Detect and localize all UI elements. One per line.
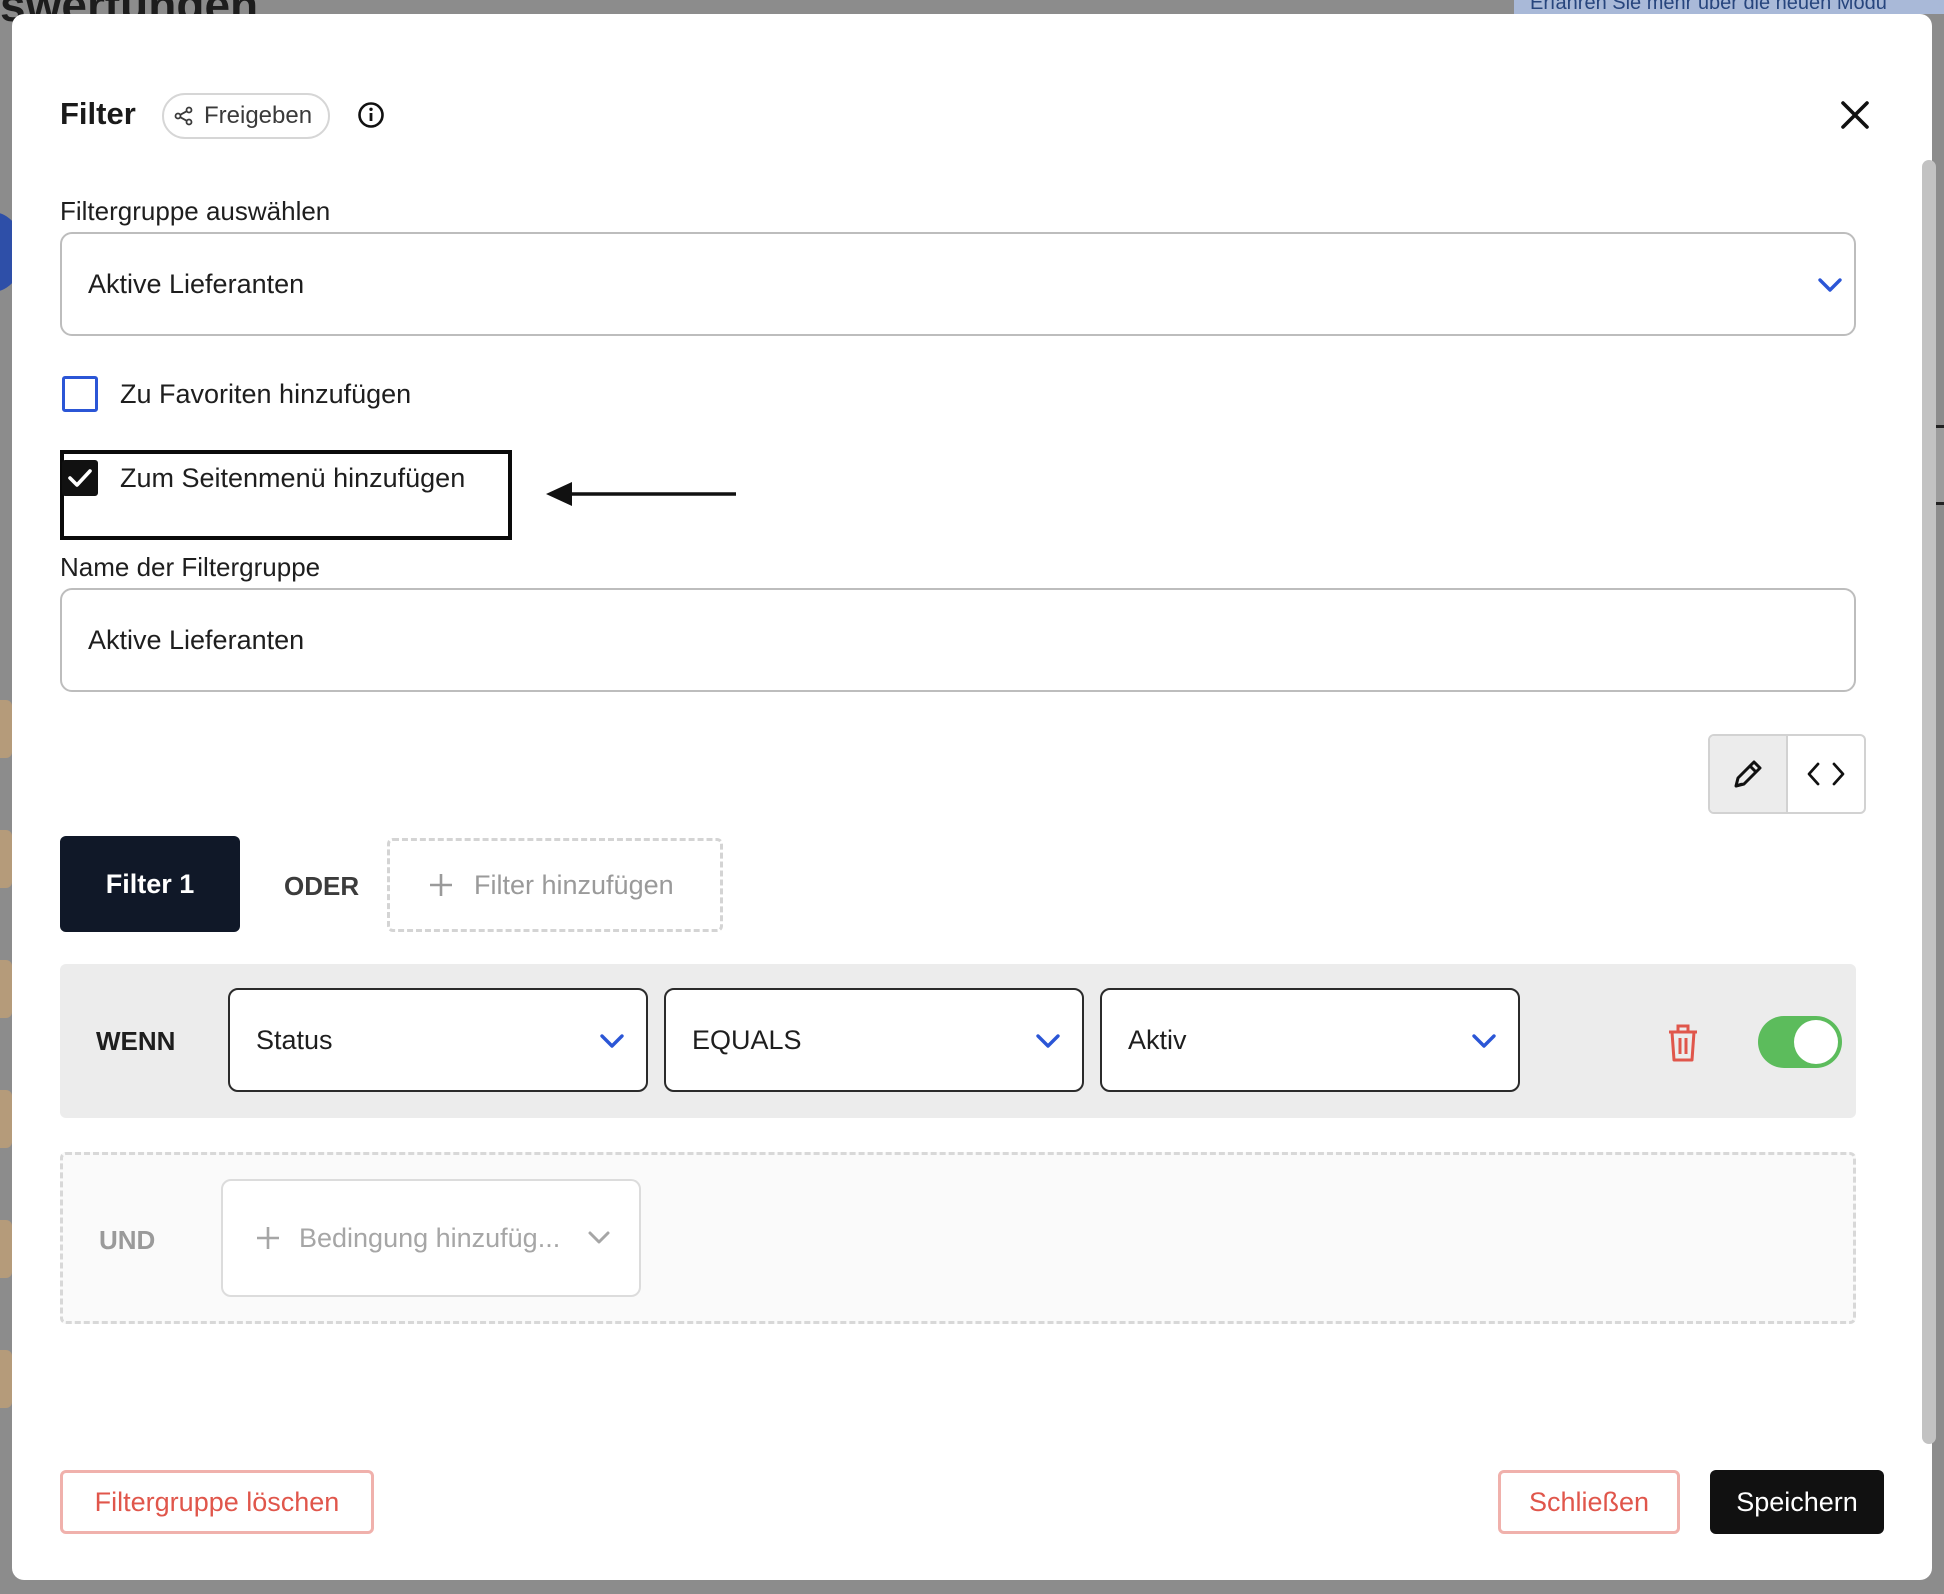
share-button[interactable]: Freigeben bbox=[162, 93, 330, 139]
filtergroup-select-label: Filtergruppe auswählen bbox=[60, 196, 331, 226]
add-filter-label: Filter hinzufügen bbox=[474, 869, 674, 900]
plus-icon bbox=[257, 1227, 279, 1249]
filtergroup-name-value: Aktive Lieferanten bbox=[88, 624, 305, 655]
condition-value-select[interactable]: Aktiv bbox=[1100, 988, 1520, 1092]
annotation-arrow-icon bbox=[546, 482, 736, 506]
tab-filter-1[interactable]: Filter 1 bbox=[60, 836, 240, 932]
share-icon bbox=[174, 106, 193, 126]
filtergroup-select-value: Aktive Lieferanten bbox=[88, 268, 305, 299]
background-chip bbox=[0, 1350, 12, 1408]
background-chip bbox=[0, 1090, 12, 1148]
chevron-down-icon bbox=[1036, 1034, 1060, 1048]
code-icon bbox=[1807, 762, 1845, 786]
background-chip bbox=[0, 830, 12, 888]
plus-icon bbox=[430, 874, 452, 896]
favorites-checkbox-label: Zu Favoriten hinzufügen bbox=[120, 378, 412, 409]
save-button[interactable]: Speichern bbox=[1710, 1470, 1884, 1534]
chevron-down-icon bbox=[588, 1231, 610, 1244]
chevron-down-icon bbox=[1818, 278, 1842, 292]
delete-filtergroup-button[interactable]: Filtergruppe löschen bbox=[60, 1470, 374, 1534]
condition-field-value: Status bbox=[256, 1024, 333, 1055]
filtergroup-name-input[interactable]: Aktive Lieferanten bbox=[60, 588, 1856, 692]
visual-mode-button[interactable] bbox=[1710, 736, 1788, 812]
filtergroup-select[interactable]: Aktive Lieferanten bbox=[60, 232, 1856, 336]
background-banner-text: Erfahren Sie mehr über die neuen Modu bbox=[1530, 0, 1887, 14]
check-icon bbox=[68, 469, 92, 487]
close-button[interactable]: Schließen bbox=[1498, 1470, 1680, 1534]
modal-title: Filter bbox=[60, 96, 136, 131]
code-mode-button[interactable] bbox=[1788, 736, 1864, 812]
condition-operator-select[interactable]: EQUALS bbox=[664, 988, 1084, 1092]
condition-field-select[interactable]: Status bbox=[228, 988, 648, 1092]
condition-operator-value: EQUALS bbox=[692, 1024, 802, 1055]
add-filter-button[interactable]: Filter hinzufügen bbox=[387, 838, 723, 932]
info-icon[interactable] bbox=[356, 100, 386, 130]
chevron-down-icon bbox=[1472, 1034, 1496, 1048]
modal-scrollbar[interactable] bbox=[1922, 160, 1936, 1444]
filter-modal: Filter Freigeben Filtergruppe auswählen … bbox=[12, 14, 1936, 1580]
condition-value-value: Aktiv bbox=[1128, 1024, 1187, 1055]
add-condition-row: UND Bedingung hinzufüg... bbox=[60, 1152, 1856, 1324]
condition-enabled-toggle[interactable] bbox=[1758, 1016, 1842, 1068]
share-label: Freigeben bbox=[204, 102, 313, 129]
filtergroup-name-label: Name der Filtergruppe bbox=[60, 552, 321, 582]
favorites-checkbox-row[interactable]: Zu Favoriten hinzufügen bbox=[62, 376, 411, 412]
editor-mode-toggle bbox=[1708, 734, 1866, 814]
chevron-down-icon bbox=[600, 1034, 624, 1048]
close-icon[interactable] bbox=[1838, 98, 1872, 132]
favorites-checkbox[interactable] bbox=[62, 376, 98, 412]
trash-icon[interactable] bbox=[1666, 1024, 1700, 1062]
pencil-icon bbox=[1734, 760, 1762, 788]
background-chip bbox=[0, 700, 12, 758]
toggle-knob bbox=[1794, 1020, 1838, 1064]
add-condition-select[interactable]: Bedingung hinzufüg... bbox=[221, 1179, 641, 1297]
background-chip bbox=[0, 960, 12, 1018]
background-banner: Erfahren Sie mehr über die neuen Modu bbox=[1514, 0, 1944, 14]
condition-row: WENN Status EQUALS Aktiv bbox=[60, 964, 1856, 1118]
sidemenu-checkbox-row[interactable]: Zum Seitenmenü hinzufügen bbox=[62, 460, 465, 496]
when-label: WENN bbox=[96, 1026, 176, 1056]
sidemenu-checkbox[interactable] bbox=[62, 460, 98, 496]
background-chip bbox=[0, 1220, 12, 1278]
and-label: UND bbox=[99, 1225, 156, 1255]
sidemenu-checkbox-label: Zum Seitenmenü hinzufügen bbox=[120, 462, 466, 493]
or-label: ODER bbox=[284, 871, 360, 901]
add-condition-placeholder: Bedingung hinzufüg... bbox=[299, 1222, 561, 1253]
